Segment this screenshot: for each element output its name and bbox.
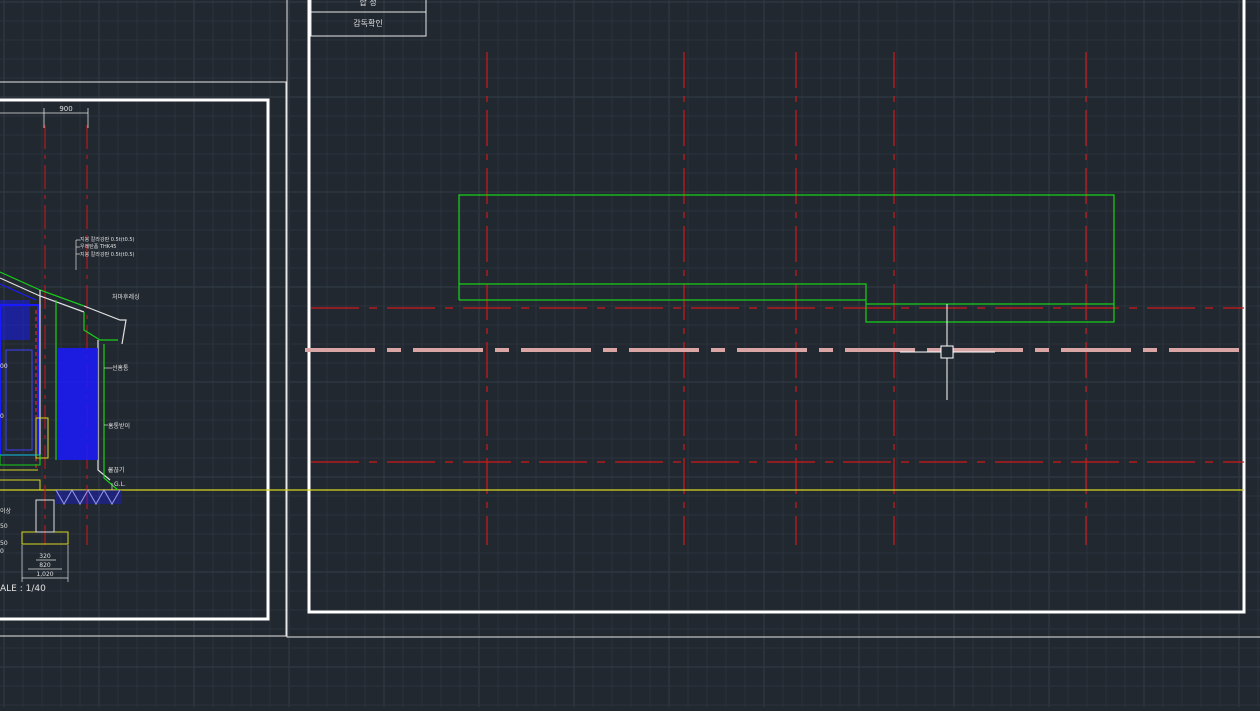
roof-outline-upper <box>458 194 1115 323</box>
top-dimension-label: 900 <box>59 105 72 113</box>
cad-viewport[interactable]: 합 정 감독확인 900 지붕 칼라강판 0.5t(t0.5) 우레탄폼 THK… <box>0 0 1260 707</box>
scale-label: ALE : 1/40 <box>0 584 46 594</box>
callout-eave-trim: 처마후레싱 <box>112 293 140 301</box>
section-drawing: 900 지붕 칼라강판 0.5t(t0.5) 우레탄폼 THK45 지붕 칼라강… <box>0 105 140 594</box>
drawing-canvas[interactable]: 합 정 감독확인 900 지붕 칼라강판 0.5t(t0.5) 우레탄폼 THK… <box>0 0 1260 707</box>
callout-downspout: 홈통받이 <box>108 422 130 430</box>
partial-label: 이상 <box>0 507 12 515</box>
background-grid <box>0 0 1260 707</box>
partial-label: 50 <box>0 540 8 547</box>
pickbox <box>940 345 954 359</box>
dimension-1020: 1,020 <box>36 571 53 578</box>
plan-drawing <box>0 52 1244 545</box>
dimension-320: 320 <box>39 553 51 560</box>
note-line-2: 우레탄폼 THK45 <box>80 243 116 250</box>
title-block: 합 정 감독확인 <box>310 0 427 37</box>
partial-label: 00 <box>0 363 8 370</box>
top-dimension <box>0 108 89 128</box>
dimension-820: 820 <box>39 562 51 569</box>
note-line-3: 지붕 칼라강판 0.5t(t0.5) <box>80 251 135 258</box>
note-line-1: 지붕 칼라강판 0.5t(t0.5) <box>80 236 135 243</box>
callout-gutter: 선홈통 <box>112 364 129 372</box>
vertical-centerlines <box>486 52 1087 545</box>
callout-ground-level: G.L. <box>114 481 126 488</box>
partial-label: 0 <box>0 413 4 420</box>
partial-label: 50 <box>0 523 8 530</box>
partial-label: 0 <box>0 548 4 555</box>
title-block-row-2: 감독확인 <box>353 18 382 28</box>
roof-outline[interactable] <box>458 194 1115 323</box>
callout-sill: 물끊기 <box>108 466 125 474</box>
title-block-row-1: 합 정 <box>359 0 376 7</box>
crosshair-cursor <box>900 304 995 400</box>
sheet-frames <box>0 0 1260 638</box>
